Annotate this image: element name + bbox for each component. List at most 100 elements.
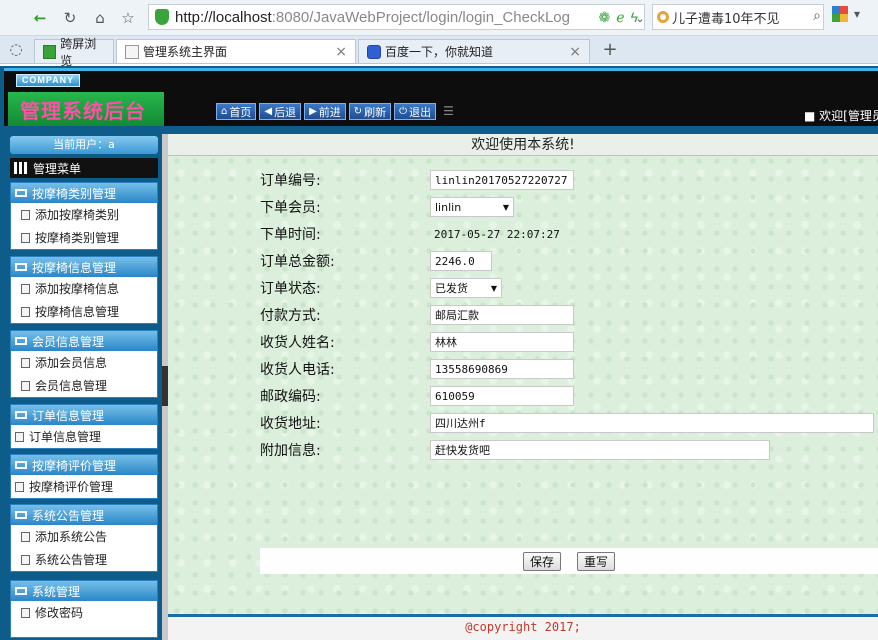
menu-group-header[interactable]: 按摩椅信息管理 <box>11 257 157 277</box>
tab-label: 管理系统主界面 <box>143 45 228 59</box>
row-postcode: 邮政编码: 610059 <box>260 384 574 408</box>
back-button[interactable]: ◀ 后退 <box>259 103 302 120</box>
row-address: 收货地址: 四川达州f <box>260 411 874 435</box>
ie-icon[interactable]: ℯ <box>616 9 624 26</box>
baidu-icon <box>367 44 381 59</box>
header-band: COMPANY 管理系统后台 ⌂ 首页 ◀ 后退 ▶ 前进 ↻ 刷新 ⏻ 退出 ☰ ■ 欢… <box>4 68 878 126</box>
main-content: 欢迎使用本系统! 订单编号: linlin20170527220727 下单会员… <box>168 134 878 614</box>
sidebar-item-add-category[interactable]: 添加按摩椅类别 <box>11 203 157 226</box>
payment-field[interactable]: 邮局汇款 <box>430 305 574 325</box>
menu-group-header[interactable]: 订单信息管理 <box>11 405 157 425</box>
home-icon[interactable]: ⌂ <box>88 6 112 30</box>
row-member: 下单会员: linlin ▼ <box>260 195 514 219</box>
star-icon[interactable]: ☆ <box>116 6 140 30</box>
logout-button[interactable]: ⏻ 退出 <box>394 103 437 120</box>
document-icon <box>21 607 30 618</box>
arrow-right-icon: ▶ <box>309 106 317 117</box>
search-text: 儿子遭毒10年不见 <box>672 11 780 27</box>
status-select[interactable]: 已发货 ▼ <box>430 278 502 298</box>
receiver-label: 收货人姓名: <box>260 335 335 351</box>
order-no-field[interactable]: linlin20170527220727 <box>430 170 574 190</box>
group-title: 按摩椅评价管理 <box>32 458 117 473</box>
back-icon[interactable]: ← <box>28 6 52 30</box>
group-title: 会员信息管理 <box>32 334 105 349</box>
address-field[interactable]: 四川达州f <box>430 413 874 433</box>
copyright-footer: @copyright 2017; <box>168 614 878 640</box>
reset-button[interactable]: 重写 <box>577 551 616 571</box>
row-note: 附加信息: 赶快发货吧 <box>260 438 770 462</box>
document-icon <box>21 209 30 220</box>
apps-icon[interactable] <box>832 6 848 22</box>
member-value: linlin <box>435 200 462 214</box>
item-label: 添加按摩椅信息 <box>35 282 120 296</box>
home-button[interactable]: ⌂ 首页 <box>216 103 257 120</box>
tab-baidu[interactable]: 百度一下，你就知道 × <box>358 39 590 63</box>
phone-icon <box>43 44 57 59</box>
forward-button[interactable]: ▶ 前进 <box>304 103 346 120</box>
shield-icon <box>155 9 169 25</box>
close-icon[interactable]: × <box>335 44 347 60</box>
welcome-admin: ■ 欢迎[管理员 <box>804 109 878 123</box>
address-bar[interactable]: http://localhost:8080/JavaWebProject/log… <box>148 4 645 30</box>
search-input[interactable]: 儿子遭毒10年不见 ⌕ <box>652 4 824 30</box>
browser-toolbar: ← ↻ ⌂ ☆ http://localhost:8080/JavaWebPro… <box>0 0 878 36</box>
address-label: 收货地址: <box>260 416 321 432</box>
arrow-left-icon: ◀ <box>264 106 273 117</box>
chevron-down-icon[interactable]: ⌄ <box>628 6 652 30</box>
sidebar-item-add-member[interactable]: 添加会员信息 <box>11 351 157 374</box>
group-title: 按摩椅类别管理 <box>32 186 117 201</box>
tab-cross-screen[interactable]: 跨屏浏览 <box>34 37 114 68</box>
save-button[interactable]: 保存 <box>522 551 561 571</box>
sidebar: 当前用户：a 管理菜单 按摩椅类别管理 添加按摩椅类别 按摩椅类别管理 按摩椅信… <box>4 134 162 640</box>
menu-group-system: 系统管理 修改密码 <box>10 580 158 638</box>
sidebar-item-order-manage[interactable]: 订单信息管理 <box>11 425 157 448</box>
phone-field[interactable]: 13558690869 <box>430 359 574 379</box>
sidebar-item-add-chair[interactable]: 添加按摩椅信息 <box>11 277 157 300</box>
document-icon <box>21 554 30 565</box>
sidebar-item-member-manage[interactable]: 会员信息管理 <box>11 374 157 397</box>
row-phone: 收货人电话: 13558690869 <box>260 357 574 381</box>
leaf-icon[interactable]: ❁ <box>599 9 611 26</box>
home-icon: ⌂ <box>221 106 228 117</box>
refresh-icon[interactable]: ↻ <box>58 6 82 30</box>
folder-icon <box>15 337 27 345</box>
document-icon <box>21 380 30 391</box>
search-icon[interactable]: ⌕ <box>813 8 821 24</box>
sidebar-item-notice-manage[interactable]: 系统公告管理 <box>11 548 157 571</box>
tab-label: 跨屏浏览 <box>60 36 97 68</box>
menu-group-header[interactable]: 系统公告管理 <box>11 505 157 525</box>
search-engine-icon <box>657 11 669 23</box>
item-label: 订单信息管理 <box>29 430 102 444</box>
menu-group-header[interactable]: 会员信息管理 <box>11 331 157 351</box>
menu-group-notice: 系统公告管理 添加系统公告 系统公告管理 <box>10 504 158 572</box>
main-menu-label: 管理菜单 <box>33 161 82 176</box>
sidebar-item-review-manage[interactable]: 按摩椅评价管理 <box>11 475 157 498</box>
document-icon <box>21 283 30 294</box>
note-field[interactable]: 赶快发货吧 <box>430 440 770 460</box>
status-value: 已发货 <box>435 282 468 295</box>
total-field[interactable]: 2246.0 <box>430 251 492 271</box>
receiver-field[interactable]: 林林 <box>430 332 574 352</box>
sidebar-item-chair-manage[interactable]: 按摩椅信息管理 <box>11 300 157 323</box>
item-label: 系统公告管理 <box>35 553 108 567</box>
menu-icon[interactable]: ▾ <box>854 7 860 21</box>
sidebar-item-change-password[interactable]: 修改密码 <box>11 601 157 624</box>
sidebar-item-add-notice[interactable]: 添加系统公告 <box>11 525 157 548</box>
new-tab-icon[interactable]: + <box>598 37 622 61</box>
row-order-time: 下单时间: 2017-05-27 22:07:27 <box>260 222 570 246</box>
top-nav: ⌂ 首页 ◀ 后退 ▶ 前进 ↻ 刷新 ⏻ 退出 ☰ <box>216 103 458 120</box>
close-icon[interactable]: × <box>569 44 581 60</box>
member-select[interactable]: linlin ▼ <box>430 197 514 217</box>
cloud-icon[interactable]: ◌ <box>4 37 28 61</box>
postcode-field[interactable]: 610059 <box>430 386 574 406</box>
sidebar-item-category-manage[interactable]: 按摩椅类别管理 <box>11 226 157 249</box>
menu-group-header[interactable]: 按摩椅类别管理 <box>11 183 157 203</box>
item-label: 按摩椅类别管理 <box>35 231 120 245</box>
menu-group-header[interactable]: 系统管理 <box>11 581 157 601</box>
menu-group-header[interactable]: 按摩椅评价管理 <box>11 455 157 475</box>
folder-icon <box>15 189 27 197</box>
tab-main-page[interactable]: 管理系统主界面 × <box>116 39 356 63</box>
item-label: 添加按摩椅类别 <box>35 208 120 222</box>
welcome-heading: 欢迎使用本系统! <box>168 134 878 156</box>
refresh-button[interactable]: ↻ 刷新 <box>348 103 392 120</box>
